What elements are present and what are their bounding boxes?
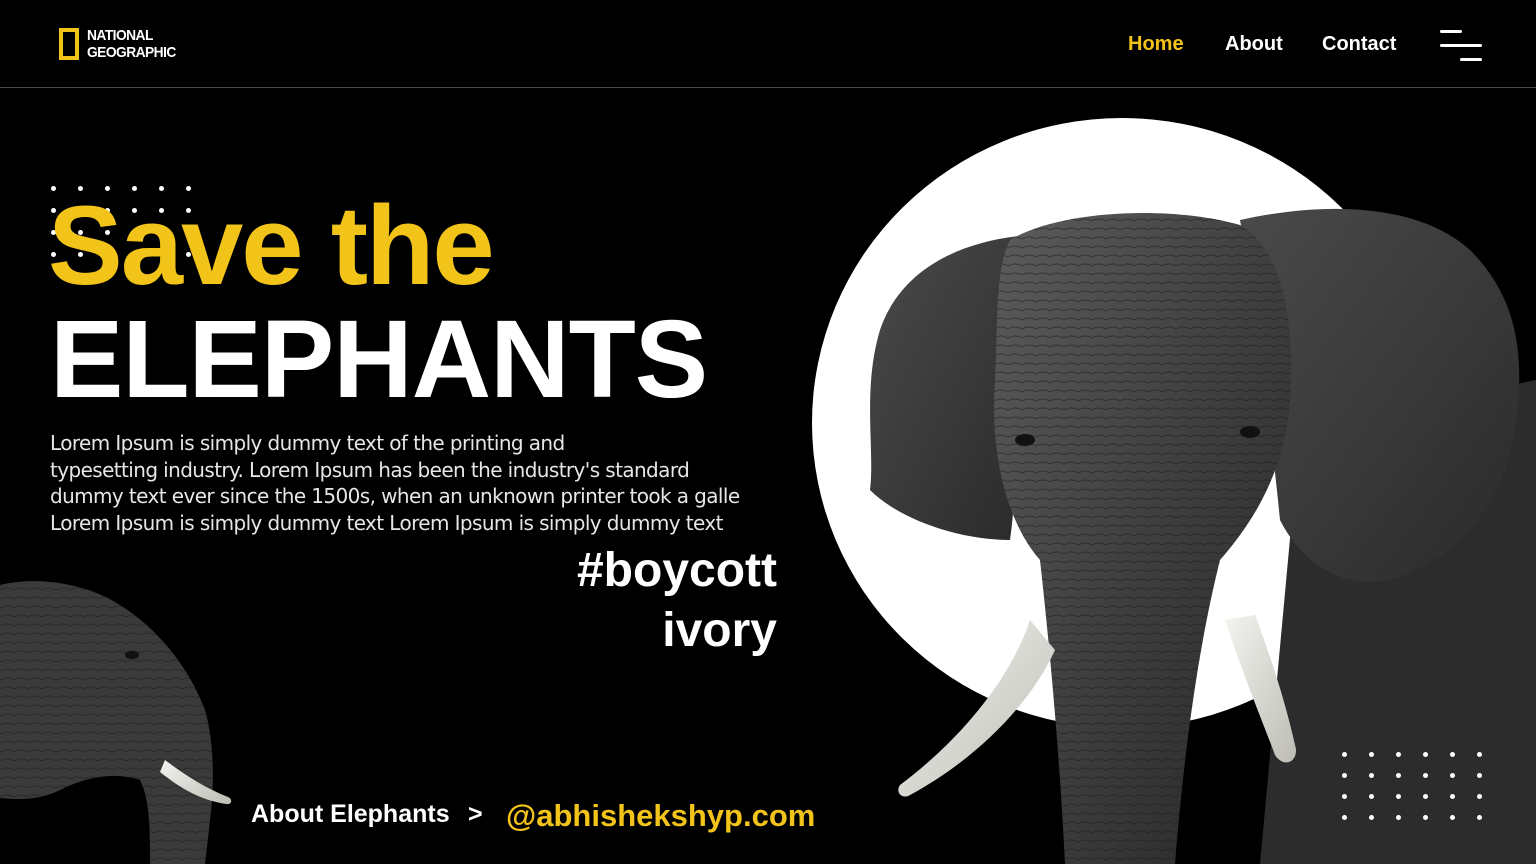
dot (1423, 773, 1428, 778)
dot (1450, 752, 1455, 757)
chevron-right-icon: > (468, 800, 483, 828)
dot (1396, 794, 1401, 799)
dot (1369, 752, 1374, 757)
website-handle-link[interactable]: @abhishekshyp.com (506, 798, 815, 834)
dot (1450, 815, 1455, 820)
dot (1477, 815, 1482, 820)
dot (1396, 752, 1401, 757)
dot (1423, 752, 1428, 757)
dot (1423, 815, 1428, 820)
dot (1342, 815, 1347, 820)
dot (1450, 794, 1455, 799)
dot (1477, 752, 1482, 757)
dot (1342, 794, 1347, 799)
dot (1342, 752, 1347, 757)
dot (1369, 794, 1374, 799)
small-elephant-image (0, 581, 232, 864)
dot (1396, 773, 1401, 778)
dot (1369, 773, 1374, 778)
about-elephants-link[interactable]: About Elephants (251, 800, 450, 829)
dot (1477, 773, 1482, 778)
dot (1369, 815, 1374, 820)
dot (1423, 794, 1428, 799)
dot (1396, 815, 1401, 820)
dot (1450, 773, 1455, 778)
dot (1477, 794, 1482, 799)
dot (1342, 773, 1347, 778)
